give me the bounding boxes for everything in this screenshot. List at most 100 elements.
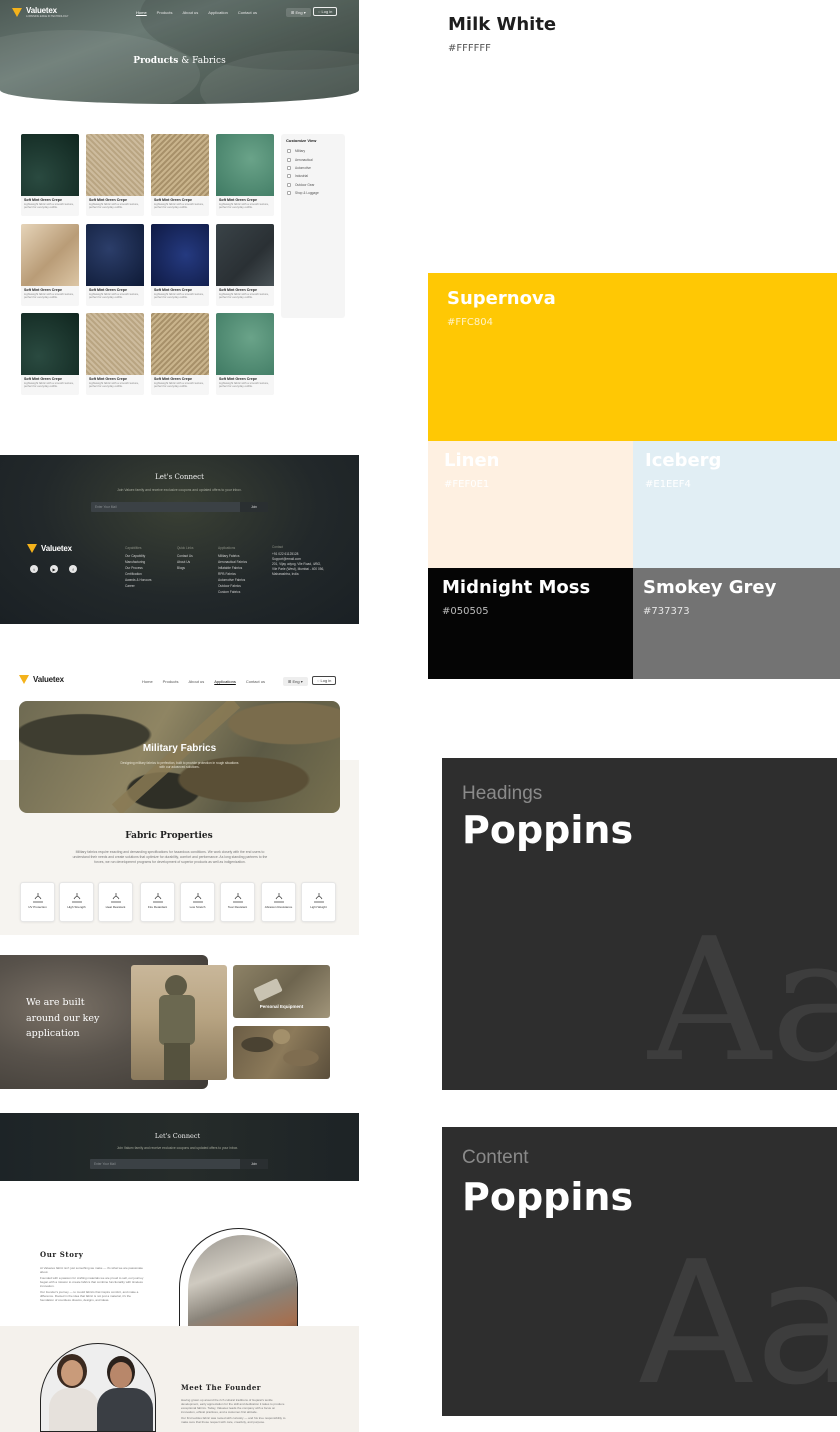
login-button[interactable]: ◌ Log in — [312, 676, 337, 685]
font-name: Poppins — [462, 808, 634, 852]
login-label: Log in — [321, 9, 333, 14]
military-hero-banner: Military Fabrics Designing military fabr… — [19, 701, 340, 813]
swatch-name: Linen — [444, 450, 500, 471]
font-sample-aa: Aa — [648, 902, 837, 1090]
swatch-name: Smokey Grey — [643, 577, 777, 598]
footer-col-capabilities: Capabilities Our Capability Manufacturin… — [125, 545, 152, 589]
property-label: UV Protection — [28, 905, 47, 909]
filter-option-label: Outdoor Gear — [295, 182, 315, 187]
nav-about[interactable]: About us — [188, 679, 204, 684]
personal-equipment-card[interactable]: Personal Equipment — [233, 965, 330, 1018]
product-description: Lightweight fabric with a smooth texture… — [219, 381, 269, 389]
font-card-content: Aa Content Poppins — [442, 1127, 837, 1416]
swatch-hex: #E1EEF4 — [645, 479, 691, 490]
email-input[interactable]: Enter Your Mail — [91, 505, 240, 509]
product-description: Lightweight fabric with a smooth texture… — [154, 292, 204, 300]
filter-option-military[interactable]: Military — [281, 147, 345, 155]
footer-link[interactable]: Career — [125, 583, 152, 589]
product-card[interactable]: Soft Mint Green Crepe Lightweight fabric … — [86, 224, 144, 306]
swatch-smokey-grey: Smokey Grey #737373 — [633, 568, 840, 679]
nav-applications[interactable]: Applications — [214, 679, 236, 684]
nav-products[interactable]: Products — [163, 679, 179, 684]
checkbox[interactable] — [287, 182, 291, 187]
filter-option-industrial[interactable]: Industrial — [281, 172, 345, 180]
nav-home[interactable]: Home — [142, 679, 153, 684]
property-card: Heat Resistant — [98, 882, 133, 922]
product-card[interactable]: Soft Mint Green Crepe Lightweight fabric … — [151, 313, 209, 395]
filter-option-label: Shop & Luggage — [295, 191, 319, 196]
product-image — [86, 224, 144, 286]
checkbox[interactable] — [287, 165, 291, 170]
product-description: Lightweight fabric with a smooth texture… — [89, 292, 139, 300]
checkbox[interactable] — [287, 174, 291, 179]
join-button[interactable]: Join — [240, 502, 268, 512]
footer-link[interactable]: Custom Fabrics — [218, 589, 247, 595]
footer-col-applications: Applications Military Fabrics Aeronautic… — [218, 545, 247, 595]
email-input[interactable]: Enter Your Mail — [90, 1162, 240, 1166]
twitter-icon[interactable]: t — [30, 565, 38, 573]
property-card: Tear Resistant — [220, 882, 255, 922]
product-card[interactable]: Soft Mint Green Crepe Lightweight fabric … — [151, 134, 209, 216]
feather-icon — [313, 893, 324, 903]
footer-col-quick-links: Quick Links Contact Us About Us Blogs — [177, 545, 193, 571]
product-description: Lightweight fabric with a smooth texture… — [89, 202, 139, 210]
brand-logo[interactable]: Valuetex A WINNING EDGE IN TECHNOLOGY — [12, 6, 68, 18]
product-card[interactable]: Soft Mint Green Crepe Lightweight fabric … — [151, 224, 209, 306]
property-card: Fire Retardant — [140, 882, 175, 922]
checkbox[interactable] — [287, 191, 291, 196]
language-select[interactable]: ⊞ Eng ▾ — [286, 8, 311, 17]
filter-option-outdoor-gear[interactable]: Outdoor Gear — [281, 181, 345, 189]
property-label: Tear Resistant — [227, 905, 248, 909]
newsletter-form: Enter Your Mail Join — [90, 1159, 268, 1169]
brand-logo[interactable]: Valuetex — [19, 675, 64, 684]
connect-title: Let's Connect — [155, 473, 204, 481]
product-image — [216, 313, 274, 375]
nav-contact[interactable]: Contact us — [246, 679, 265, 684]
fabric-properties-text: Military fabrics require exacting and de… — [72, 850, 268, 864]
product-card[interactable]: Soft Mint Green Crepe Lightweight fabric … — [86, 134, 144, 216]
footer-col-contact: Contact +91 022 61125128 Support@email.c… — [272, 545, 324, 577]
property-label: Abrasion Resistance — [264, 905, 293, 909]
swatch-name: Iceberg — [645, 450, 722, 471]
product-description: Lightweight fabric with a smooth texture… — [154, 381, 204, 389]
product-card[interactable]: Soft Mint Green Crepe Lightweight fabric … — [216, 224, 274, 306]
nav-contact[interactable]: Contact us — [238, 10, 257, 15]
filter-option-automotive[interactable]: Automotive — [281, 164, 345, 172]
join-button[interactable]: Join — [240, 1159, 268, 1169]
product-card[interactable]: Soft Mint Green Crepe Lightweight fabric … — [21, 134, 79, 216]
product-image — [151, 313, 209, 375]
product-card[interactable]: Soft Mint Green Crepe Lightweight fabric … — [21, 224, 79, 306]
nav-home[interactable]: Home — [136, 10, 147, 15]
filter-option-shop-luggage[interactable]: Shop & Luggage — [281, 189, 345, 197]
valuetex-logo-icon — [27, 544, 38, 553]
soldier-legs — [164, 1043, 190, 1080]
checkbox[interactable] — [287, 157, 291, 162]
applications-heading: We are built around our key application — [26, 997, 100, 1039]
product-card[interactable]: Soft Mint Green Crepe Lightweight fabric … — [21, 313, 79, 395]
checkbox[interactable] — [287, 149, 291, 154]
nav-application[interactable]: Application — [208, 10, 228, 15]
nav-about[interactable]: About us — [182, 10, 198, 15]
tear-icon — [232, 893, 243, 903]
product-card[interactable]: Soft Mint Green Crepe Lightweight fabric … — [216, 313, 274, 395]
product-card[interactable]: Soft Mint Green Crepe Lightweight fabric … — [86, 313, 144, 395]
camouflage-fabric-photo[interactable] — [233, 1026, 330, 1079]
newsletter-form: Enter Your Mail Join — [91, 502, 268, 512]
language-select[interactable]: ⊞ Eng ▾ — [283, 677, 308, 686]
product-card[interactable]: Soft Mint Green Crepe Lightweight fabric … — [216, 134, 274, 216]
property-label: Fire Retardant — [147, 905, 168, 909]
youtube-icon[interactable]: ▶ — [50, 565, 58, 573]
login-button[interactable]: ◌ Log in — [313, 7, 338, 16]
footer-link[interactable]: Blogs — [177, 565, 193, 571]
product-description: Lightweight fabric with a smooth texture… — [24, 202, 74, 210]
swatch-linen: Linen #FEF0E1 — [428, 441, 633, 568]
connect-title: Let's Connect — [154, 1132, 201, 1140]
hero-title-strong: Products — [133, 56, 179, 66]
nav-products[interactable]: Products — [157, 10, 173, 15]
facebook-icon[interactable]: f — [69, 565, 77, 573]
font-name: Poppins — [462, 1175, 634, 1219]
filter-option-aeronautical[interactable]: Aeronautical — [281, 155, 345, 163]
footer-logo[interactable]: Valuetex — [27, 544, 72, 553]
stretch-icon — [192, 893, 203, 903]
founder-one-face — [61, 1360, 83, 1386]
